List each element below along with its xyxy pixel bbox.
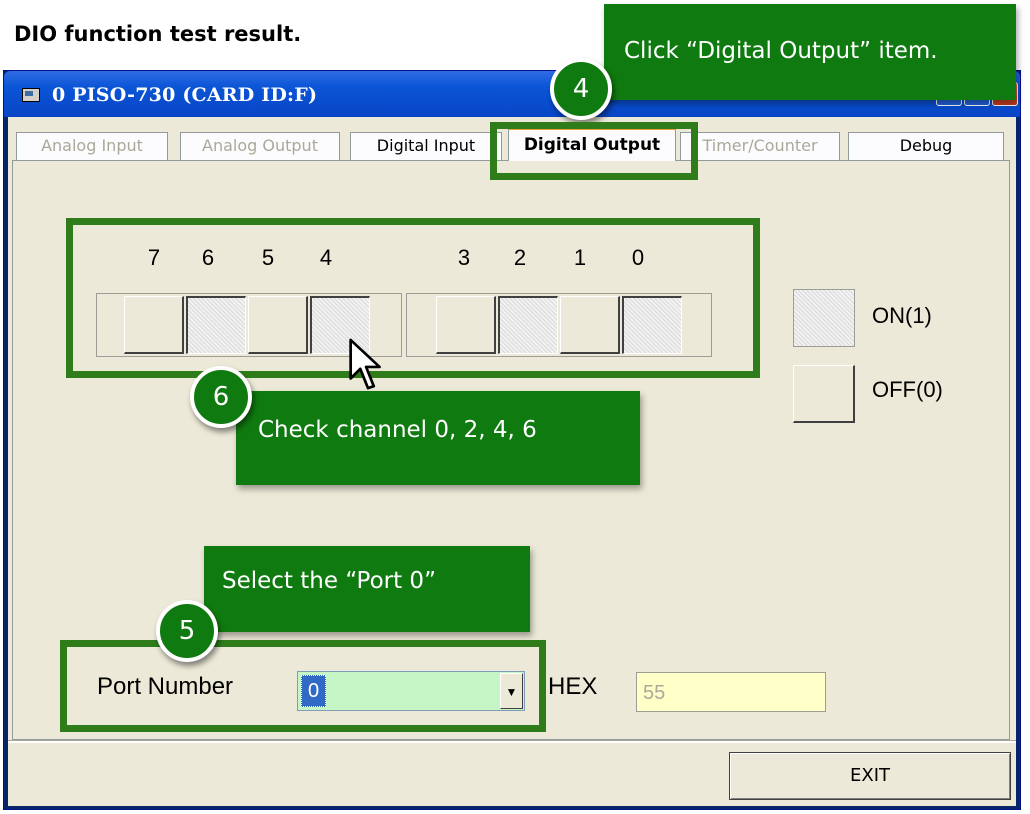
callout-step-5-text: Select the “Port 0”: [222, 568, 436, 594]
document-heading: DIO function test result.: [14, 22, 302, 46]
callout-step-6: Check channel 0, 2, 4, 6: [236, 391, 640, 485]
legend-on-swatch: [793, 289, 855, 347]
app-icon[interactable]: [22, 88, 40, 102]
tab-debug[interactable]: Debug: [848, 132, 1004, 160]
highlight-bit-toggles: [66, 218, 760, 378]
legend-off-label: OFF(0): [872, 377, 943, 402]
callout-step-4: Click “Digital Output” item.: [604, 4, 1016, 100]
callout-step-6-text: Check channel 0, 2, 4, 6: [258, 417, 537, 443]
highlight-digital-output-tab: [490, 122, 698, 180]
exit-button[interactable]: EXIT: [729, 752, 1011, 800]
legend-on-label: ON(1): [872, 303, 932, 328]
tab-timer-counter[interactable]: Timer/Counter: [680, 132, 840, 160]
bottom-separator: [8, 740, 1016, 743]
step-6-badge: 6: [190, 366, 252, 428]
exit-button-label: EXIT: [849, 765, 890, 786]
hex-value-field[interactable]: 55: [636, 672, 826, 712]
callout-step-4-text: Click “Digital Output” item.: [624, 38, 938, 64]
step-5-badge: 5: [156, 600, 218, 662]
tab-analog-input[interactable]: Analog Input: [16, 132, 168, 160]
hex-label: HEX: [548, 673, 598, 700]
window-title: 0 PISO-730 (CARD ID:F): [52, 84, 318, 106]
tab-analog-output[interactable]: Analog Output: [180, 132, 340, 160]
tab-digital-input[interactable]: Digital Input: [350, 132, 502, 160]
highlight-port-number: [60, 640, 546, 732]
mouse-cursor-icon: [349, 338, 381, 390]
callout-step-5: Select the “Port 0”: [204, 546, 530, 632]
legend-off-swatch: [793, 365, 855, 423]
step-4-badge: 4: [550, 58, 612, 120]
